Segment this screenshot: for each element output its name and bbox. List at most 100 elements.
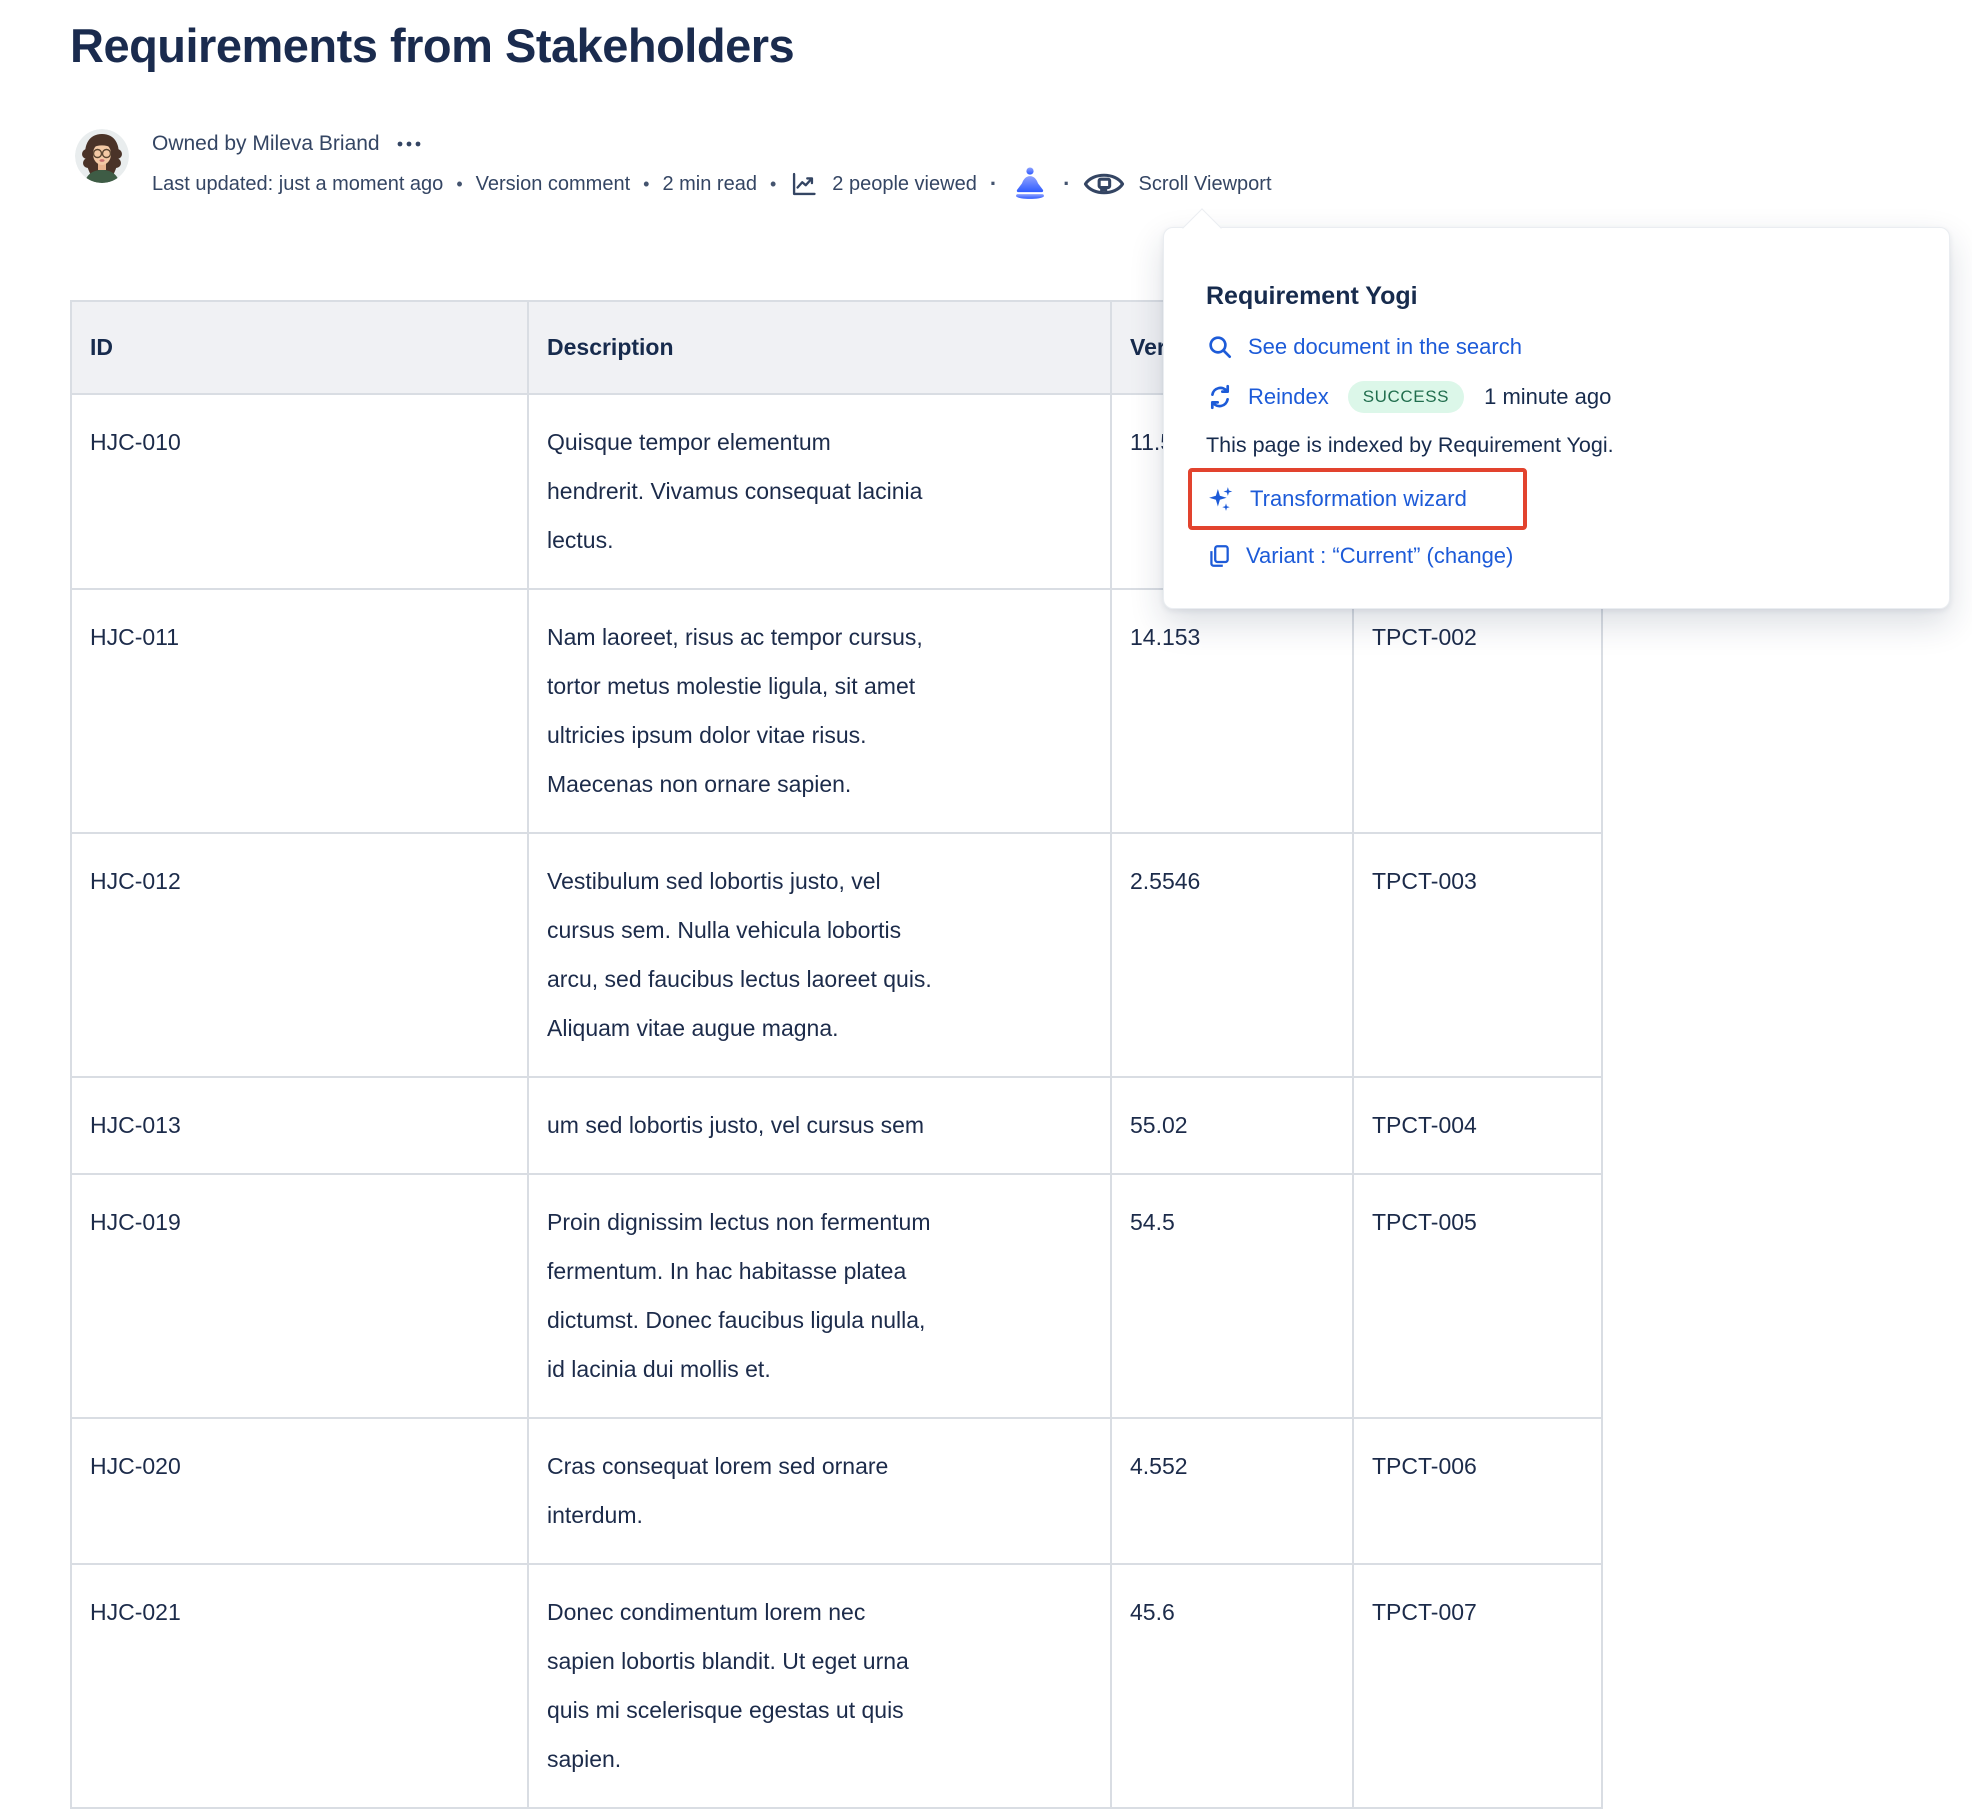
separator: • bbox=[643, 174, 649, 195]
description-line: Maecenas non ornare sapien. bbox=[547, 760, 1092, 809]
separator: • bbox=[770, 174, 776, 195]
cell-description: Proin dignissim lectus non fermentumferm… bbox=[528, 1174, 1111, 1418]
description-line: lectus. bbox=[547, 516, 1092, 565]
description-line: hendrerit. Vivamus consequat lacinia bbox=[547, 467, 1092, 516]
avatar[interactable] bbox=[75, 129, 129, 183]
requirement-id: HJC-020 bbox=[90, 1442, 509, 1491]
description-line: Quisque tempor elementum bbox=[547, 418, 1092, 467]
description-line: Vestibulum sed lobortis justo, vel bbox=[547, 857, 1092, 906]
description-line: interdum. bbox=[547, 1491, 1092, 1540]
cell-key: TPCT-005 bbox=[1353, 1174, 1602, 1418]
search-icon bbox=[1206, 333, 1234, 361]
key-value: TPCT-005 bbox=[1372, 1198, 1583, 1247]
last-updated-link[interactable]: Last updated: just a moment ago bbox=[152, 173, 443, 196]
cell-id: HJC-020 bbox=[71, 1418, 528, 1564]
version-value: 2.5546 bbox=[1130, 857, 1334, 906]
description-line: ultricies ipsum dolor vitae risus. bbox=[547, 711, 1092, 760]
table-row: HJC-013 um sed lobortis justo, vel cursu… bbox=[71, 1077, 1602, 1174]
key-value: TPCT-002 bbox=[1372, 613, 1583, 662]
key-value: TPCT-004 bbox=[1372, 1101, 1583, 1150]
sparkles-icon bbox=[1206, 484, 1236, 514]
version-comment-link[interactable]: Version comment bbox=[476, 173, 631, 196]
transformation-wizard-link[interactable]: Transformation wizard bbox=[1250, 486, 1467, 512]
cell-key: TPCT-002 bbox=[1353, 589, 1602, 833]
more-actions-icon[interactable] bbox=[396, 139, 422, 149]
version-value: 4.552 bbox=[1130, 1442, 1334, 1491]
indexed-note: This page is indexed by Requirement Yogi… bbox=[1206, 433, 1909, 458]
cell-key: TPCT-004 bbox=[1353, 1077, 1602, 1174]
cell-version: 4.552 bbox=[1111, 1418, 1353, 1564]
requirement-id: HJC-012 bbox=[90, 857, 509, 906]
description-line: Donec condimentum lorem nec bbox=[547, 1588, 1092, 1637]
key-value: TPCT-006 bbox=[1372, 1442, 1583, 1491]
requirement-id: HJC-019 bbox=[90, 1198, 509, 1247]
scroll-viewport-icon bbox=[1083, 169, 1125, 199]
cell-id: HJC-010 bbox=[71, 394, 528, 589]
reindex-refresh-icon bbox=[1206, 383, 1234, 411]
key-value: TPCT-007 bbox=[1372, 1588, 1583, 1637]
column-header-description: Description bbox=[528, 301, 1111, 394]
description-line: cursus sem. Nulla vehicula lobortis bbox=[547, 906, 1092, 955]
see-document-link[interactable]: See document in the search bbox=[1248, 334, 1522, 360]
table-row: HJC-012 Vestibulum sed lobortis justo, v… bbox=[71, 833, 1602, 1077]
requirement-id: HJC-013 bbox=[90, 1101, 509, 1150]
cell-description: Cras consequat lorem sed ornareinterdum. bbox=[528, 1418, 1111, 1564]
separator-dot: · bbox=[1063, 171, 1070, 197]
requirement-yogi-popup: Requirement Yogi See document in the sea… bbox=[1163, 227, 1950, 609]
cell-description: Quisque tempor elementumhendrerit. Vivam… bbox=[528, 394, 1111, 589]
owner-link[interactable]: Owned by Mileva Briand bbox=[152, 132, 380, 156]
version-value: 45.6 bbox=[1130, 1588, 1334, 1637]
requirement-yogi-icon[interactable] bbox=[1010, 166, 1050, 202]
cell-id: HJC-013 bbox=[71, 1077, 528, 1174]
cell-version: 14.153 bbox=[1111, 589, 1353, 833]
cell-id: HJC-021 bbox=[71, 1564, 528, 1808]
popup-caret bbox=[1182, 208, 1222, 248]
reindex-time-ago: 1 minute ago bbox=[1484, 384, 1611, 410]
description-line: um sed lobortis justo, vel cursus sem bbox=[547, 1101, 1092, 1150]
description-line: sapien. bbox=[547, 1735, 1092, 1784]
description-line: dictumst. Donec faucibus ligula nulla, bbox=[547, 1296, 1092, 1345]
page-title: Requirements from Stakeholders bbox=[70, 18, 794, 73]
description-line: arcu, sed faucibus lectus laoreet quis. bbox=[547, 955, 1092, 1004]
byline: Owned by Mileva Briand Last updated: jus… bbox=[75, 129, 1272, 202]
read-time: 2 min read bbox=[662, 173, 757, 196]
requirement-id: HJC-011 bbox=[90, 613, 509, 662]
description-line: Nam laoreet, risus ac tempor cursus, bbox=[547, 613, 1092, 662]
cell-description: Donec condimentum lorem necsapien lobort… bbox=[528, 1564, 1111, 1808]
cell-description: um sed lobortis justo, vel cursus sem bbox=[528, 1077, 1111, 1174]
version-value: 54.5 bbox=[1130, 1198, 1334, 1247]
analytics-icon[interactable] bbox=[789, 170, 819, 198]
cell-key: TPCT-006 bbox=[1353, 1418, 1602, 1564]
cell-version: 2.5546 bbox=[1111, 833, 1353, 1077]
table-row: HJC-011 Nam laoreet, risus ac tempor cur… bbox=[71, 589, 1602, 833]
description-line: quis mi scelerisque egestas ut quis bbox=[547, 1686, 1092, 1735]
requirement-id: HJC-021 bbox=[90, 1588, 509, 1637]
popup-title: Requirement Yogi bbox=[1206, 282, 1909, 311]
description-line: Cras consequat lorem sed ornare bbox=[547, 1442, 1092, 1491]
cell-version: 54.5 bbox=[1111, 1174, 1353, 1418]
cell-id: HJC-011 bbox=[71, 589, 528, 833]
description-line: tortor metus molestie ligula, sit amet bbox=[547, 662, 1092, 711]
reindex-link[interactable]: Reindex bbox=[1248, 384, 1329, 410]
variant-link[interactable]: Variant : “Current” (change) bbox=[1246, 543, 1513, 569]
requirement-id: HJC-010 bbox=[90, 418, 509, 467]
table-row: HJC-021 Donec condimentum lorem necsapie… bbox=[71, 1564, 1602, 1808]
status-badge: SUCCESS bbox=[1348, 381, 1464, 413]
version-value: 14.153 bbox=[1130, 613, 1334, 662]
column-header-id: ID bbox=[71, 301, 528, 394]
description-line: fermentum. In hac habitasse platea bbox=[547, 1247, 1092, 1296]
cell-version: 55.02 bbox=[1111, 1077, 1353, 1174]
scroll-viewport-label[interactable]: Scroll Viewport bbox=[1138, 173, 1271, 196]
table-row: HJC-019 Proin dignissim lectus non ferme… bbox=[71, 1174, 1602, 1418]
cell-id: HJC-012 bbox=[71, 833, 528, 1077]
transformation-wizard-highlight: Transformation wizard bbox=[1188, 468, 1527, 530]
cell-key: TPCT-003 bbox=[1353, 833, 1602, 1077]
description-line: Aliquam vitae augue magna. bbox=[547, 1004, 1092, 1053]
cell-key: TPCT-007 bbox=[1353, 1564, 1602, 1808]
cell-description: Nam laoreet, risus ac tempor cursus,tort… bbox=[528, 589, 1111, 833]
people-viewed-link[interactable]: 2 people viewed bbox=[832, 173, 977, 196]
separator: • bbox=[456, 174, 462, 195]
cell-id: HJC-019 bbox=[71, 1174, 528, 1418]
description-line: id lacinia dui mollis et. bbox=[547, 1345, 1092, 1394]
version-value: 55.02 bbox=[1130, 1101, 1334, 1150]
